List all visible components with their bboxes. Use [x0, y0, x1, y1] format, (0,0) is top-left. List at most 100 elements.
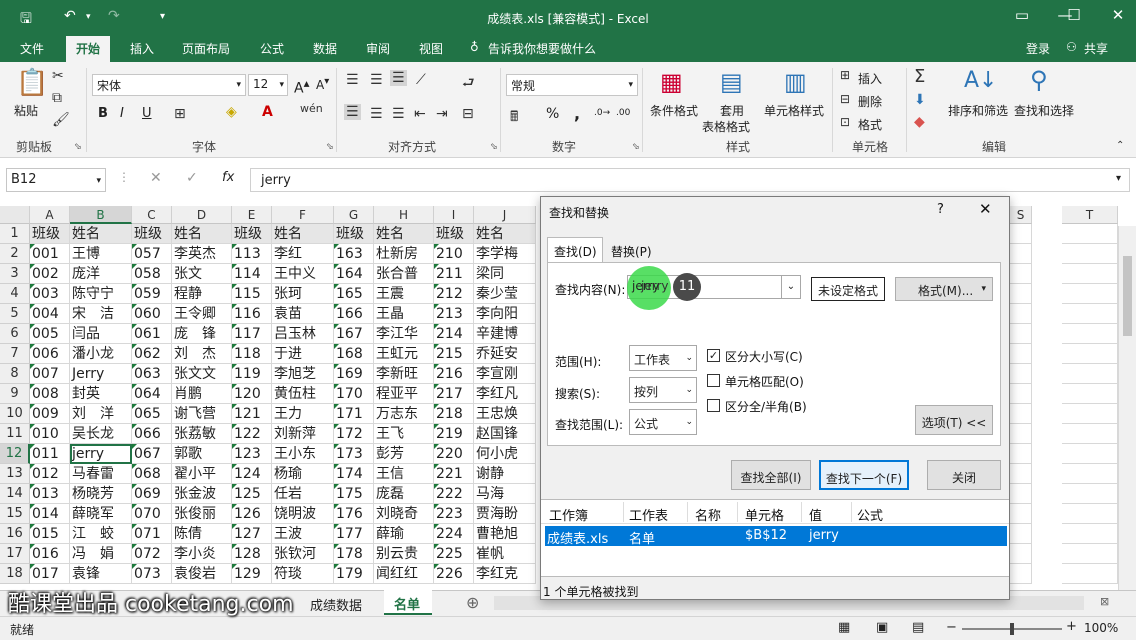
grid-cell[interactable]: 001	[30, 244, 70, 264]
column-header-t[interactable]: T	[1062, 206, 1118, 224]
grid-cell[interactable]: 刘晓奇	[374, 504, 434, 524]
grid-cell[interactable]: 谢飞营	[172, 404, 232, 424]
grid-cell[interactable]: 王令卿	[172, 304, 232, 324]
column-header-d[interactable]: D	[172, 206, 232, 224]
grid-cell[interactable]: 213	[434, 304, 474, 324]
row-header[interactable]: 14	[0, 484, 30, 504]
italic-button[interactable]: I	[120, 106, 124, 121]
grid-cell[interactable]	[1010, 564, 1032, 584]
grid-cell[interactable]: 陈倩	[172, 524, 232, 544]
grid-cell[interactable]: 姓名	[70, 224, 132, 244]
sheet-tab-roster[interactable]: 名单	[384, 590, 432, 615]
format-cells-button[interactable]: 格式	[858, 116, 882, 133]
dialog-close-icon[interactable]: ✕	[979, 200, 992, 218]
grid-cell[interactable]: 程亚平	[374, 384, 434, 404]
tab-file[interactable]: 文件	[20, 40, 44, 57]
grid-cell[interactable]: 071	[132, 524, 172, 544]
zoom-slider[interactable]	[962, 623, 1062, 635]
grid-cell[interactable]: 张荔敏	[172, 424, 232, 444]
find-select-button[interactable]: 查找和选择	[1014, 102, 1074, 119]
grid-cell[interactable]	[1062, 244, 1118, 264]
accounting-format-icon[interactable]: 🖩	[510, 106, 518, 130]
col-header-formula[interactable]: 公式	[857, 505, 883, 524]
format-as-table-icon[interactable]: ▤	[720, 68, 743, 96]
row-header[interactable]: 18	[0, 564, 30, 584]
row-header[interactable]: 6	[0, 324, 30, 344]
grid-cell[interactable]	[1062, 344, 1118, 364]
column-header-a[interactable]: A	[30, 206, 70, 224]
grid-cell[interactable]: 166	[334, 304, 374, 324]
grid-cell[interactable]: 072	[132, 544, 172, 564]
cell-styles-button[interactable]: 单元格样式	[764, 102, 824, 119]
match-case-checkbox[interactable]: ✓	[707, 349, 720, 362]
grid-cell[interactable]: 姓名	[374, 224, 434, 244]
grid-cell[interactable]: 121	[232, 404, 272, 424]
grid-cell[interactable]: 万志东	[374, 404, 434, 424]
grid-cell[interactable]: 216	[434, 364, 474, 384]
grid-cell[interactable]: 袁苗	[272, 304, 334, 324]
grid-cell[interactable]: 225	[434, 544, 474, 564]
tab-find[interactable]: 查找(D)	[547, 237, 603, 263]
search-order-select[interactable]: 按列 ⌄	[629, 377, 697, 403]
format-as-table-label-2[interactable]: 表格格式	[702, 118, 750, 135]
insert-cells-button[interactable]: 插入	[858, 70, 882, 87]
col-header-name[interactable]: 名称	[695, 505, 721, 524]
grid-cell[interactable]	[1062, 484, 1118, 504]
grid-cell[interactable]	[1062, 324, 1118, 344]
grid-cell[interactable]: 008	[30, 384, 70, 404]
decrease-font-icon[interactable]: A▾	[316, 76, 329, 92]
grid-cell[interactable]: 058	[132, 264, 172, 284]
grid-cell[interactable]: 173	[334, 444, 374, 464]
grid-cell[interactable]: 212	[434, 284, 474, 304]
col-header-cell[interactable]: 单元格	[745, 505, 784, 524]
conditional-format-button[interactable]: 条件格式	[650, 102, 698, 119]
grid-cell[interactable]	[1010, 404, 1032, 424]
grid-cell[interactable]: 061	[132, 324, 172, 344]
wrap-text-icon[interactable]: ⮐	[462, 72, 475, 96]
grid-cell[interactable]	[1062, 464, 1118, 484]
cell-styles-icon[interactable]: ▥	[784, 68, 807, 96]
grid-cell[interactable]: 刘 洋	[70, 404, 132, 424]
row-header[interactable]: 11	[0, 424, 30, 444]
grid-cell[interactable]: 刘 杰	[172, 344, 232, 364]
grid-cell[interactable]	[1010, 244, 1032, 264]
cancel-entry-icon[interactable]: ✕	[150, 170, 162, 186]
tab-formulas[interactable]: 公式	[260, 40, 284, 57]
grid-cell[interactable]: 014	[30, 504, 70, 524]
grid-cell[interactable]: 王震	[374, 284, 434, 304]
grid-cell[interactable]: 张文文	[172, 364, 232, 384]
grid-cell[interactable]: 170	[334, 384, 374, 404]
grid-cell[interactable]	[1010, 444, 1032, 464]
grid-cell[interactable]: 王晶	[374, 304, 434, 324]
grid-cell[interactable]	[1062, 564, 1118, 584]
grid-cell[interactable]: 杨瑜	[272, 464, 334, 484]
grid-cell[interactable]: 119	[232, 364, 272, 384]
format-cells-icon[interactable]: ⊡	[840, 115, 850, 129]
grid-cell[interactable]	[1062, 404, 1118, 424]
font-launcher-icon[interactable]: ⬂	[326, 142, 334, 152]
column-header-e[interactable]: E	[232, 206, 272, 224]
grid-cell[interactable]: 符琰	[272, 564, 334, 584]
grid-cell[interactable]: 114	[232, 264, 272, 284]
grid-cell[interactable]: 060	[132, 304, 172, 324]
grid-cell[interactable]: 任岩	[272, 484, 334, 504]
grid-cell[interactable]: 姓名	[272, 224, 334, 244]
grid-cell[interactable]: 016	[30, 544, 70, 564]
grid-cell[interactable]: 张合普	[374, 264, 434, 284]
column-header-b[interactable]: B	[70, 206, 132, 224]
grid-cell[interactable]: 128	[232, 544, 272, 564]
grid-cell[interactable]: 李红克	[474, 564, 536, 584]
grid-cell[interactable]: 李旭芝	[272, 364, 334, 384]
grid-cell[interactable]: 127	[232, 524, 272, 544]
grid-cell[interactable]: 秦少莹	[474, 284, 536, 304]
insert-cells-icon[interactable]: ⊞	[840, 68, 850, 82]
grid-cell[interactable]: 017	[30, 564, 70, 584]
grid-cell[interactable]: 003	[30, 284, 70, 304]
grid-cell[interactable]	[1010, 484, 1032, 504]
percent-button[interactable]: %	[546, 106, 559, 122]
grid-cell[interactable]: 肖鹏	[172, 384, 232, 404]
grid-cell[interactable]: 129	[232, 564, 272, 584]
grid-cell[interactable]: 李新旺	[374, 364, 434, 384]
grid-cell[interactable]: 潘小龙	[70, 344, 132, 364]
row-header[interactable]: 5	[0, 304, 30, 324]
